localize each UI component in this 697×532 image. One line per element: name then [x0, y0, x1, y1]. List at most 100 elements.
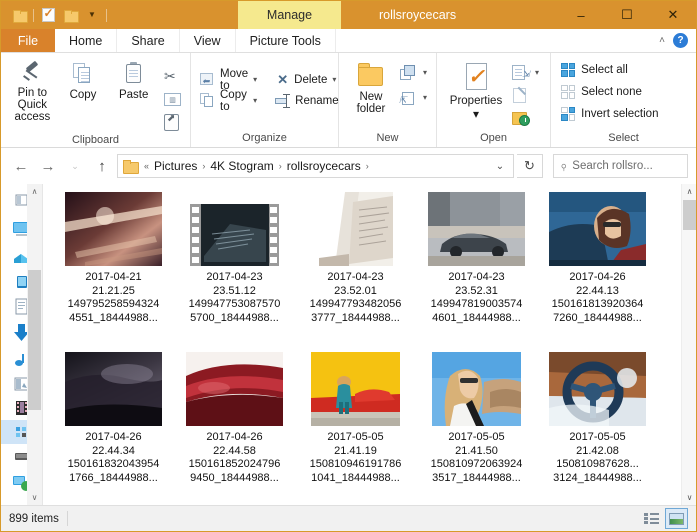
rename-button[interactable]: Rename	[272, 90, 341, 111]
file-list-pane[interactable]: 2017-04-21 21.21.25 149795258594324 4551_18…	[43, 184, 696, 505]
breadcrumb-separator-3[interactable]: ›	[363, 161, 372, 171]
invert-selection-button[interactable]: Invert selection	[557, 103, 658, 124]
open-caret-icon[interactable]: ▾	[535, 68, 539, 77]
copy-button[interactable]: Copy	[58, 58, 109, 101]
file-item[interactable]: 2017-04-23 23.51.12 149947753087570 5700_18…	[174, 192, 295, 352]
tab-file[interactable]: File	[1, 29, 55, 52]
select-none-label: Select none	[581, 85, 642, 98]
file-item[interactable]: 2017-04-26 22.44.58 150161852024796 9450_18…	[174, 352, 295, 505]
properties-button[interactable]: ✓ Properties ▾	[443, 58, 509, 121]
delete-icon: ✕	[277, 71, 289, 87]
easy-access-caret-icon[interactable]: ▾	[423, 93, 427, 102]
minimize-button[interactable]: –	[558, 1, 604, 29]
customize-dropdown-icon[interactable]: ▼	[81, 4, 103, 26]
open-button[interactable]: ⇲ ▾	[509, 62, 542, 83]
file-thumbnail	[549, 352, 646, 426]
cut-button[interactable]: ✂	[161, 66, 184, 87]
file-item[interactable]: 2017-04-23 23.52.31 149947819003574 4601_18…	[416, 192, 537, 352]
ribbon-group-new: New folder ▾ ⇱ ▾ New	[339, 53, 437, 147]
rename-label: Rename	[295, 94, 339, 107]
nav-scroll-up-icon[interactable]: ∧	[27, 184, 42, 199]
explorer-content: ∧ ∨ 2017-04-21 21.21.25 149795258594324 …	[1, 184, 696, 505]
file-item[interactable]: 2017-04-23 23.52.01 149947793482056 3777_18…	[295, 192, 416, 352]
copy-path-button[interactable]: ▥	[161, 89, 184, 110]
move-to-button[interactable]: ⬅ Move to ▾	[197, 68, 260, 92]
file-name: 2017-04-26 22.44.13 150161813920364 7260_18…	[551, 271, 644, 324]
scroll-up-icon[interactable]: ∧	[682, 184, 696, 199]
photo-film-strip-thumb	[190, 204, 279, 266]
breadcrumb-item-rollsroycecars[interactable]: rollsroycecars	[285, 159, 363, 173]
breadcrumb-overflow-icon[interactable]: «	[141, 161, 152, 171]
easy-access-button[interactable]: ⇱ ▾	[397, 87, 430, 108]
tab-home[interactable]: Home	[55, 29, 118, 52]
search-input[interactable]: ⌕ Search rollsro...	[553, 154, 688, 178]
tab-share[interactable]: Share	[117, 29, 180, 52]
file-item[interactable]: 2017-05-05 21.42.08 150810987628... 3124_18…	[537, 352, 658, 505]
history-button[interactable]	[509, 108, 542, 129]
photo-fireworks-thumb	[65, 192, 162, 266]
breadcrumb-item-pictures[interactable]: Pictures	[152, 159, 199, 173]
maximize-button[interactable]: ☐	[604, 1, 650, 29]
nav-pane-scrollbar[interactable]: ∧ ∨	[27, 184, 42, 505]
properties-icon[interactable]	[37, 4, 59, 26]
forward-button[interactable]: →	[36, 154, 60, 178]
new-folder-icon[interactable]	[59, 4, 81, 26]
select-none-button[interactable]: Select none	[557, 81, 642, 102]
tab-strip-right: ˄ ?	[659, 29, 696, 52]
new-folder-label: New folder	[356, 91, 386, 115]
file-item[interactable]: 2017-05-05 21.41.50 150810972063924 3517_18…	[416, 352, 537, 505]
file-item[interactable]: 2017-04-26 22.44.13 150161813920364 7260_18…	[537, 192, 658, 352]
paste-shortcut-button[interactable]	[161, 112, 184, 133]
delete-caret-icon[interactable]: ▾	[332, 75, 336, 84]
edit-icon	[512, 86, 530, 104]
large-icons-view-button[interactable]	[665, 508, 688, 529]
edit-button[interactable]	[509, 85, 542, 106]
breadcrumb-separator-1[interactable]: ›	[199, 161, 208, 171]
tab-picture-tools[interactable]: Picture Tools	[236, 29, 336, 52]
file-item[interactable]: 2017-04-21 21.21.25 149795258594324 4551_18…	[53, 192, 174, 352]
new-item-caret-icon[interactable]: ▾	[423, 68, 427, 77]
properties-label: Properties	[449, 95, 503, 107]
pin-to-quick-access-label: Pin to Quick access	[14, 87, 51, 123]
properties-caret-icon[interactable]: ▾	[473, 107, 479, 121]
paste-button[interactable]: Paste	[108, 58, 159, 101]
details-view-button[interactable]	[640, 508, 663, 529]
close-button[interactable]: ✕	[650, 1, 696, 29]
delete-button[interactable]: ✕ Delete ▾	[272, 69, 341, 90]
forward-icon: →	[40, 157, 56, 175]
tab-view[interactable]: View	[180, 29, 236, 52]
new-item-button[interactable]: ▾	[397, 62, 430, 83]
file-name: 2017-04-23 23.52.31 149947819003574 4601_18…	[430, 271, 523, 324]
file-list-scrollbar[interactable]: ∧ ∨	[681, 184, 696, 505]
file-thumbnail	[307, 352, 404, 426]
up-button[interactable]: ↑	[90, 154, 114, 178]
help-icon[interactable]: ?	[673, 33, 688, 48]
scroll-thumb[interactable]	[683, 200, 696, 230]
nav-scroll-down-icon[interactable]: ∨	[27, 490, 42, 505]
select-all-button[interactable]: Select all	[557, 59, 628, 80]
folder-icon[interactable]	[8, 4, 30, 26]
breadcrumb[interactable]: « Pictures › 4K Stogram › rollsroycecars…	[117, 154, 514, 178]
new-folder-button[interactable]: New folder	[345, 58, 397, 115]
file-item[interactable]: 2017-05-05 21.41.19 150810946191786 1041_18…	[295, 352, 416, 505]
move-to-caret-icon[interactable]: ▾	[253, 75, 257, 84]
file-item[interactable]: 2017-04-26 22.44.34 150161832043954 1766_18…	[53, 352, 174, 505]
breadcrumb-item-4k-stogram[interactable]: 4K Stogram	[208, 159, 275, 173]
refresh-button[interactable]: ↻	[517, 154, 543, 178]
back-button[interactable]: ←	[9, 154, 33, 178]
qat-divider-2	[106, 8, 107, 22]
address-dropdown-icon[interactable]: ⌄	[489, 161, 511, 172]
qat-divider	[33, 8, 34, 22]
pin-to-quick-access-button[interactable]: Pin to Quick access	[7, 58, 58, 123]
nav-scroll-thumb[interactable]	[28, 270, 41, 410]
file-thumbnail	[307, 192, 404, 266]
file-grid: 2017-04-21 21.21.25 149795258594324 4551_18…	[43, 184, 696, 505]
contextual-tab-manage[interactable]: Manage	[238, 1, 341, 29]
copy-to-button[interactable]: Copy to ▾	[197, 89, 260, 113]
copy-to-caret-icon[interactable]: ▾	[253, 96, 257, 105]
recent-locations-button[interactable]: ⌄	[63, 154, 87, 178]
collapse-ribbon-icon[interactable]: ˄	[659, 35, 665, 46]
minimize-icon: –	[577, 7, 585, 23]
scroll-down-icon[interactable]: ∨	[682, 490, 696, 505]
breadcrumb-separator-2[interactable]: ›	[276, 161, 285, 171]
